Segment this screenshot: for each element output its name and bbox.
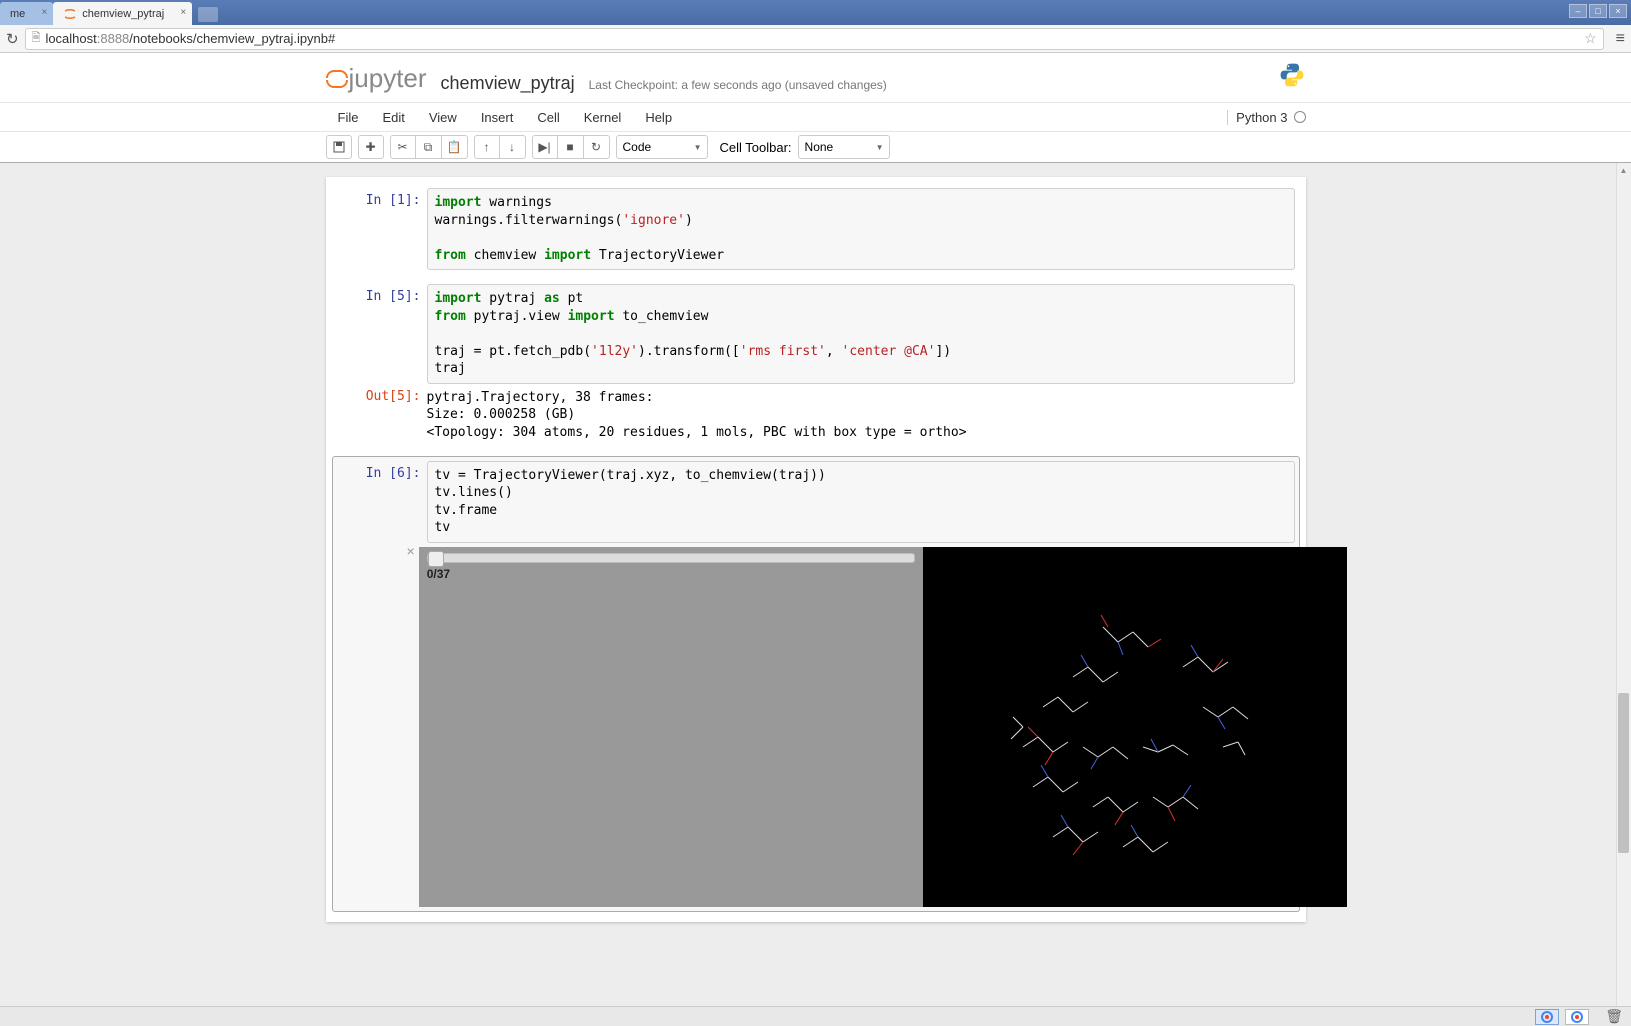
taskbar: 🗑	[0, 1006, 1631, 1026]
menu-insert[interactable]: Insert	[469, 106, 526, 129]
taskbar-app-chrome-2[interactable]	[1565, 1009, 1589, 1025]
out-prompt: Out[5]:	[337, 384, 427, 447]
in-prompt: In [5]:	[337, 284, 427, 384]
scrollbar-thumb[interactable]	[1618, 693, 1629, 853]
kernel-name: Python 3	[1236, 110, 1287, 125]
notebook: In [1]: import warnings warnings.filterw…	[326, 177, 1306, 922]
menu-help[interactable]: Help	[633, 106, 684, 129]
jupyter-logo[interactable]: jupyter	[326, 63, 427, 94]
slider-handle[interactable]	[428, 551, 444, 567]
cell-type-select[interactable]: Code	[616, 135, 708, 159]
menu-kernel[interactable]: Kernel	[572, 106, 634, 129]
toolbar: ✚ ✂ ⧉ 📋 ↑ ↓ ▶| ■ ↻ Code Cell Toolbar: No…	[0, 132, 1631, 163]
cell-toolbar-label: Cell Toolbar:	[720, 140, 792, 155]
python-logo-icon	[1278, 61, 1306, 89]
frame-slider-panel: 0/37	[419, 547, 923, 907]
bookmark-icon[interactable]: ☆	[1584, 30, 1597, 47]
tab-label: chemview_pytraj	[82, 8, 164, 20]
browser-chrome: me × chemview_pytraj × – □ ×	[0, 0, 1631, 25]
new-tab-button[interactable]	[198, 7, 218, 22]
menu-file[interactable]: File	[326, 106, 371, 129]
move-up-button[interactable]: ↑	[474, 135, 500, 159]
trajectory-viewer: 0/37	[419, 547, 1347, 907]
restart-button[interactable]: ↻	[584, 135, 610, 159]
paste-button[interactable]: 📋	[442, 135, 468, 159]
scroll-up-icon[interactable]: ▲	[1616, 163, 1631, 178]
kernel-idle-icon	[1294, 111, 1306, 123]
close-icon[interactable]: ×	[41, 7, 47, 18]
jupyter-logo-text: jupyter	[349, 63, 427, 94]
window-controls: – □ ×	[1569, 4, 1627, 18]
close-icon[interactable]: ×	[180, 7, 186, 18]
notebook-name[interactable]: chemview_pytraj	[441, 73, 575, 94]
move-down-button[interactable]: ↓	[500, 135, 526, 159]
copy-button[interactable]: ⧉	[416, 135, 442, 159]
browser-tab-0[interactable]: me ×	[0, 2, 53, 25]
add-cell-button[interactable]: ✚	[358, 135, 384, 159]
jupyter-header: jupyter chemview_pytraj Last Checkpoint:…	[0, 53, 1631, 103]
run-button[interactable]: ▶|	[532, 135, 558, 159]
code-cell[interactable]: In [5]: import pytraj as pt from pytraj.…	[332, 279, 1300, 451]
interrupt-button[interactable]: ■	[558, 135, 584, 159]
url-port: :8888	[97, 31, 130, 46]
frame-label: 0/37	[427, 567, 915, 581]
menu-cell[interactable]: Cell	[525, 106, 571, 129]
minimize-button[interactable]: –	[1569, 4, 1587, 18]
checkpoint-text: Last Checkpoint: a few seconds ago (unsa…	[589, 78, 887, 92]
code-input[interactable]: import warnings warnings.filterwarnings(…	[427, 188, 1295, 270]
code-cell[interactable]: In [1]: import warnings warnings.filterw…	[332, 183, 1300, 275]
in-prompt: In [6]:	[337, 461, 427, 543]
code-cell[interactable]: In [6]: tv = TrajectoryViewer(traj.xyz, …	[332, 456, 1300, 912]
url-path: /notebooks/chemview_pytraj.ipynb#	[129, 31, 335, 46]
jupyter-logo-icon	[326, 69, 346, 89]
reload-icon[interactable]: ↻	[6, 30, 19, 48]
trash-icon[interactable]: 🗑	[1605, 1008, 1623, 1025]
close-output-icon[interactable]: ×	[407, 543, 419, 559]
taskbar-app-chrome[interactable]	[1535, 1009, 1559, 1025]
close-window-button[interactable]: ×	[1609, 4, 1627, 18]
menu-edit[interactable]: Edit	[370, 106, 416, 129]
tab-label: me	[10, 8, 25, 20]
kernel-indicator[interactable]: Python 3	[1227, 110, 1305, 125]
notebook-scroll-area[interactable]: In [1]: import warnings warnings.filterw…	[0, 163, 1631, 1016]
scrollbar[interactable]: ▲ ▼	[1616, 163, 1631, 1016]
menu-view[interactable]: View	[417, 106, 469, 129]
in-prompt: In [1]:	[337, 188, 427, 270]
cell-output: pytraj.Trajectory, 38 frames: Size: 0.00…	[427, 384, 1295, 447]
cut-button[interactable]: ✂	[390, 135, 416, 159]
menubar: File Edit View Insert Cell Kernel Help P…	[0, 103, 1631, 132]
tab-bar: me × chemview_pytraj ×	[0, 0, 218, 25]
code-input[interactable]: import pytraj as pt from pytraj.view imp…	[427, 284, 1295, 384]
browser-tab-1[interactable]: chemview_pytraj ×	[53, 2, 192, 25]
maximize-button[interactable]: □	[1589, 4, 1607, 18]
address-row: ↻ 🗎 localhost:8888/notebooks/chemview_py…	[0, 25, 1631, 53]
cell-toolbar-select[interactable]: None	[798, 135, 890, 159]
url-host: localhost	[45, 31, 96, 46]
jupyter-favicon	[63, 7, 77, 21]
molecule-3d-view[interactable]	[923, 547, 1347, 907]
frame-slider[interactable]	[427, 553, 915, 563]
code-input[interactable]: tv = TrajectoryViewer(traj.xyz, to_chemv…	[427, 461, 1295, 543]
save-button[interactable]	[326, 135, 352, 159]
page-icon: 🗎	[32, 29, 41, 48]
address-bar[interactable]: 🗎 localhost:8888/notebooks/chemview_pytr…	[25, 28, 1604, 50]
menu-icon[interactable]: ≡	[1616, 30, 1625, 48]
